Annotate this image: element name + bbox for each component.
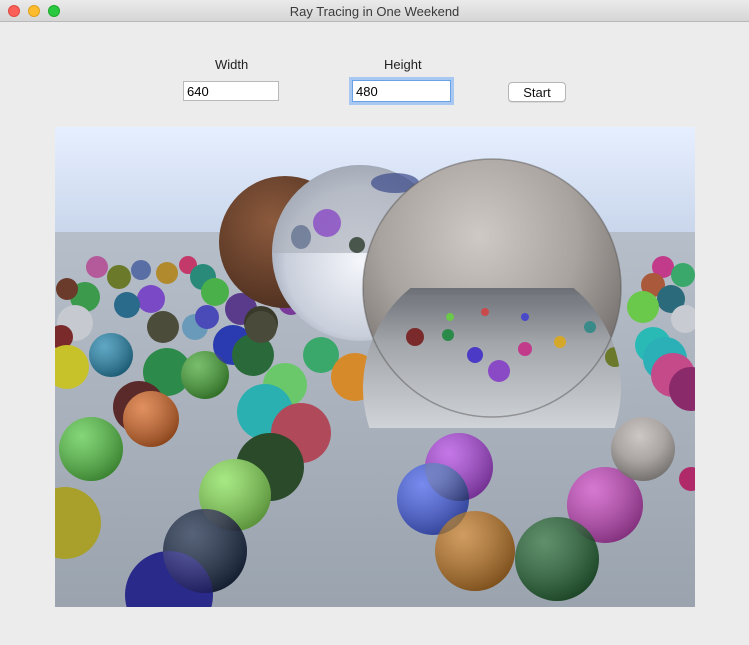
height-label: Height	[384, 57, 422, 72]
title-bar[interactable]: Ray Tracing in One Weekend	[0, 0, 749, 22]
width-input[interactable]	[183, 81, 279, 101]
height-input[interactable]	[352, 80, 451, 102]
app-window: Ray Tracing in One Weekend Width Height …	[0, 0, 749, 645]
ray-traced-scene	[29, 127, 713, 639]
width-label: Width	[215, 57, 249, 72]
render-output-image	[29, 127, 713, 639]
start-button[interactable]: Start	[508, 82, 566, 102]
small-metal-sphere	[611, 417, 675, 481]
window-title: Ray Tracing in One Weekend	[289, 4, 460, 19]
